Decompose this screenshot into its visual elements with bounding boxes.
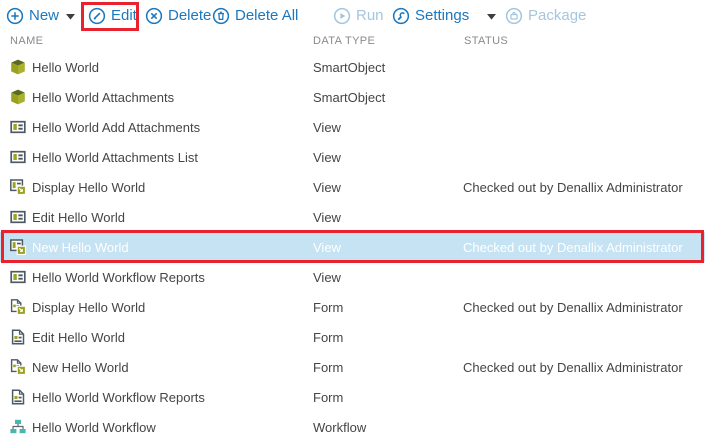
row-status: Checked out by Denallix Administrator [463,360,683,375]
delete-button[interactable]: Delete [145,7,211,25]
form-checkedout-icon [10,299,26,315]
table-row[interactable]: Hello World Attachments SmartObject [0,82,705,112]
run-button-label: Run [356,7,384,25]
row-name: Hello World Workflow [32,420,156,435]
table-row[interactable]: Hello World Workflow Reports View [0,262,705,292]
row-status: Checked out by Denallix Administrator [463,240,683,255]
column-header-status: STATUS [464,35,508,47]
row-data-type: View [313,150,341,165]
table-row[interactable]: New Hello World View Checked out by Denall… [0,232,705,262]
view-icon [10,269,26,285]
row-name: Edit Hello World [32,210,125,225]
new-icon [6,7,24,25]
package-button-label: Package [528,7,586,25]
form-icon [10,329,26,345]
edit-button[interactable]: Edit [88,7,137,25]
row-data-type: Form [313,330,343,345]
table-row[interactable]: Edit Hello World Form [0,322,705,352]
table-row[interactable]: Hello World Add Attachments View [0,112,705,142]
settings-icon [392,7,410,25]
smartobject-icon [10,89,26,105]
delete-all-button[interactable]: Delete All [212,7,298,25]
row-data-type: View [313,180,341,195]
package-icon [505,7,523,25]
row-data-type: View [313,120,341,135]
form-checkedout-icon [10,359,26,375]
row-status: Checked out by Denallix Administrator [463,180,683,195]
row-data-type: Workflow [313,420,366,435]
view-checkedout-icon [10,179,26,195]
run-icon [333,7,351,25]
table-row[interactable]: New Hello World Form Checked out by Denall… [0,352,705,382]
row-data-type: Form [313,390,343,405]
settings-button[interactable]: Settings [392,7,469,25]
row-data-type: SmartObject [313,90,385,105]
row-name: Hello World Workflow Reports [32,270,205,285]
package-button[interactable]: Package [505,7,586,25]
row-name: Hello World Attachments [32,90,174,105]
table-row[interactable]: Edit Hello World View [0,202,705,232]
toolbar: New Edit Delete Delete All [0,0,705,34]
row-name: Edit Hello World [32,330,125,345]
delete-button-label: Delete [168,7,211,25]
table-row[interactable]: Hello World Workflow Workflow [0,412,705,442]
settings-dropdown-caret[interactable] [487,14,496,20]
row-data-type: View [313,270,341,285]
table-row[interactable]: Hello World Attachments List View [0,142,705,172]
settings-button-label: Settings [415,7,469,25]
row-data-type: SmartObject [313,60,385,75]
new-dropdown-caret[interactable] [66,14,75,20]
row-name: Hello World Add Attachments [32,120,200,135]
view-icon [10,149,26,165]
row-name: Display Hello World [32,300,145,315]
workflow-icon [10,419,26,435]
row-data-type: View [313,240,341,255]
table-row[interactable]: Hello World Workflow Reports Form [0,382,705,412]
table-row[interactable]: Display Hello World View Checked out by De… [0,172,705,202]
run-button[interactable]: Run [333,7,384,25]
row-name: New Hello World [32,360,129,375]
row-data-type: Form [313,360,343,375]
item-list: Hello WorldSmartObjectHello World Attach… [0,52,705,442]
view-icon [10,119,26,135]
view-checkedout-icon [10,239,26,255]
row-data-type: View [313,210,341,225]
row-name: Hello World Attachments List [32,150,198,165]
edit-icon [88,7,106,25]
row-name: New Hello World [32,240,129,255]
form-icon [10,389,26,405]
delete-all-button-label: Delete All [235,7,298,25]
smartobject-icon [10,59,26,75]
delete-all-icon [212,7,230,25]
column-header-row: NAME DATA TYPE STATUS [0,32,705,51]
new-button[interactable]: New [6,7,59,25]
row-name: Display Hello World [32,180,145,195]
row-status: Checked out by Denallix Administrator [463,300,683,315]
table-row[interactable]: Display Hello World Form Checked out by De… [0,292,705,322]
row-name: Hello World Workflow Reports [32,390,205,405]
table-row[interactable]: Hello World SmartObject [0,52,705,82]
view-icon [10,209,26,225]
row-name: Hello World [32,60,99,75]
column-header-data-type: DATA TYPE [313,35,375,47]
column-header-name: NAME [10,35,43,47]
new-button-label: New [29,7,59,25]
app-window: New Edit Delete Delete All [0,0,705,448]
edit-button-label: Edit [111,7,137,25]
row-data-type: Form [313,300,343,315]
delete-icon [145,7,163,25]
